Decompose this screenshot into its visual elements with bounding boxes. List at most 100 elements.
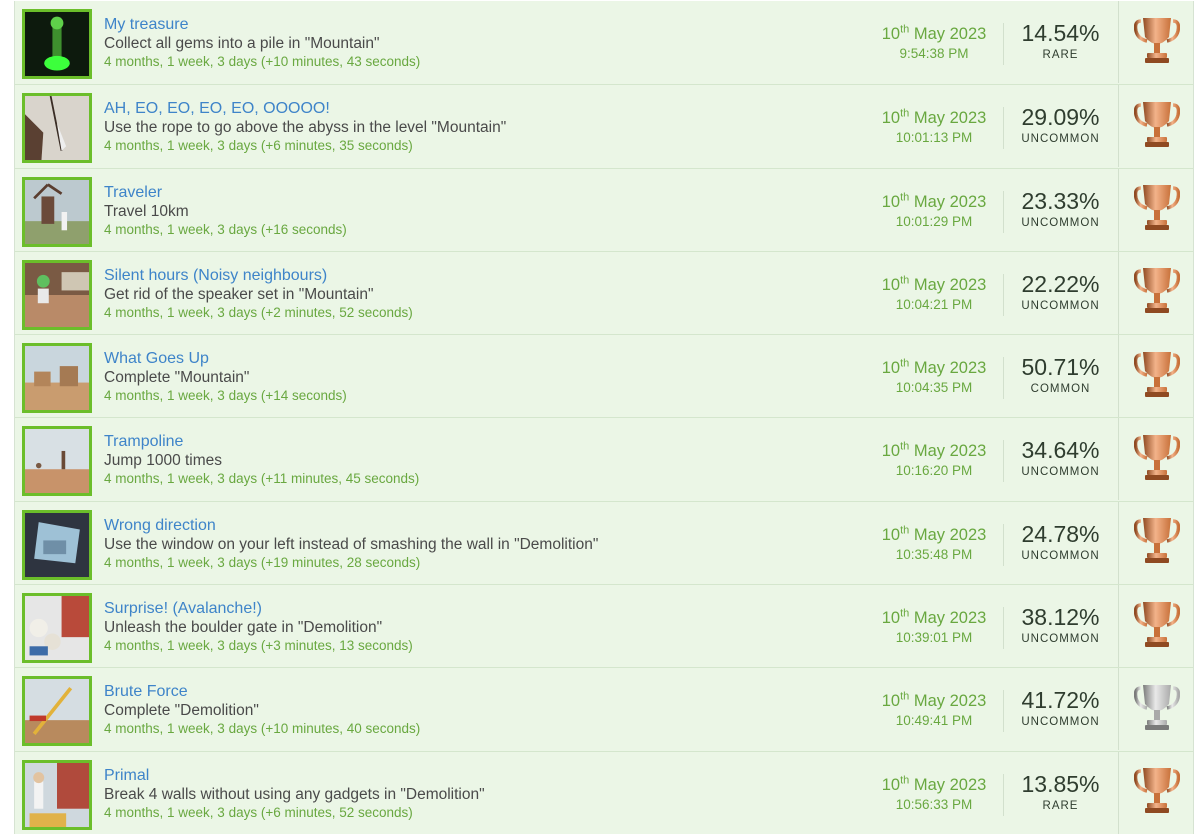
unlock-time: 9:54:38 PM (899, 46, 969, 61)
achievement-image[interactable] (22, 343, 92, 414)
achievement-title[interactable]: Primal (104, 766, 833, 785)
bronze-trophy-icon (1133, 349, 1180, 404)
achievement-description: Complete "Demolition" (104, 702, 259, 720)
rarity-label: UNCOMMON (1021, 133, 1100, 146)
unlock-month-year: May 2023 (909, 109, 987, 128)
achievement-row: Surprise! (Avalanche!) Unleash the bould… (15, 584, 1193, 668)
achievement-title[interactable]: Traveler (104, 183, 833, 202)
rarity-block: 22.22% UNCOMMON (1003, 270, 1118, 314)
achievement-image[interactable] (22, 676, 92, 747)
achievement-image[interactable] (22, 9, 92, 79)
trophy-cell (1118, 85, 1194, 168)
achievement-thumbnail (25, 262, 89, 327)
achievement-description: Get rid of the speaker set in "Mountain" (104, 285, 374, 303)
bronze-trophy-icon (1133, 432, 1180, 487)
achievement-thumbnail (25, 346, 89, 411)
achievement-description: Break 4 walls without using any gadgets … (104, 785, 485, 803)
trophy-cell (1118, 501, 1194, 584)
unlock-date: 10th May 2023 10:56:33 PM (865, 773, 1004, 816)
achievement-row: Trampoline Jump 1000 times 4 months, 1 w… (15, 417, 1193, 501)
unlock-time: 10:56:33 PM (895, 796, 973, 812)
rarity-block: 38.12% UNCOMMON (1003, 603, 1118, 647)
unlock-time: 10:04:35 PM (895, 380, 973, 396)
achievement-description: Use the window on your left instead of s… (104, 535, 599, 553)
achievement-thumbnail (25, 512, 89, 577)
achievement-title[interactable]: Wrong direction (104, 516, 833, 535)
rarity-label: RARE (1042, 49, 1079, 61)
achievement-title[interactable]: What Goes Up (104, 349, 833, 368)
unlock-day-suffix: th (900, 440, 910, 453)
achievement-image[interactable] (22, 593, 92, 664)
unlock-percent: 14.54% (1021, 20, 1100, 46)
achievement-title[interactable]: AH, EO, EO, EO, EO, OOOOO! (104, 99, 833, 118)
unlock-time: 10:01:13 PM (895, 130, 973, 146)
achievement-title[interactable]: My treasure (104, 15, 833, 34)
trophy-cell (1118, 1, 1194, 83)
rarity-label: UNCOMMON (1021, 466, 1100, 479)
trophy-cell (1118, 251, 1194, 334)
unlock-day-suffix: th (900, 524, 910, 537)
rarity-block: 29.09% UNCOMMON (1003, 103, 1118, 147)
unlock-time: 10:35:48 PM (895, 546, 973, 562)
unlock-day-suffix: th (900, 607, 910, 620)
achievement-title[interactable]: Trampoline (104, 432, 833, 451)
unlock-percent: 50.71% (1021, 354, 1100, 381)
rarity-label: UNCOMMON (1021, 633, 1100, 646)
unlock-day: 10 (881, 775, 901, 794)
achievement-info: My treasure Collect all gems into a pile… (104, 15, 833, 71)
achievement-thumbnail (25, 179, 89, 244)
unlock-date: 10th May 2023 10:04:21 PM (865, 273, 1004, 316)
unlock-day: 10 (881, 25, 901, 43)
rarity-block: 13.85% RARE (1003, 770, 1118, 814)
unlock-day-suffix: th (900, 357, 910, 370)
unlock-day: 10 (881, 692, 901, 711)
achievement-thumbnail (25, 429, 89, 494)
unlock-day-suffix: th (900, 274, 910, 287)
achievement-info: Surprise! (Avalanche!) Unleash the bould… (104, 599, 833, 655)
achievement-list: My treasure Collect all gems into a pile… (14, 1, 1194, 834)
achievement-row: Brute Force Complete "Demolition" 4 mont… (15, 667, 1194, 751)
achievement-elapsed: 4 months, 1 week, 3 days (+10 minutes, 4… (104, 54, 421, 69)
achievement-elapsed: 4 months, 1 week, 3 days (+3 minutes, 13… (104, 638, 413, 654)
achievement-image[interactable] (22, 759, 92, 830)
rarity-block: 34.64% UNCOMMON (1003, 436, 1118, 480)
trophy-cell (1118, 668, 1194, 751)
rarity-label: UNCOMMON (1021, 549, 1100, 562)
unlock-day: 10 (881, 192, 901, 211)
achievement-elapsed: 4 months, 1 week, 3 days (+6 minutes, 35… (104, 138, 413, 154)
achievement-image[interactable] (22, 509, 92, 580)
achievement-elapsed: 4 months, 1 week, 3 days (+19 minutes, 2… (104, 554, 421, 570)
achievement-image[interactable] (22, 176, 92, 247)
achievement-title[interactable]: Surprise! (Avalanche!) (104, 599, 833, 618)
unlock-month-year: May 2023 (909, 192, 987, 211)
achievement-description: Collect all gems into a pile in "Mountai… (104, 35, 380, 52)
unlock-date: 10th May 2023 9:54:38 PM (865, 23, 1004, 65)
achievement-elapsed: 4 months, 1 week, 3 days (+16 seconds) (104, 221, 347, 237)
achievement-image[interactable] (22, 426, 92, 497)
unlock-date: 10th May 2023 10:35:48 PM (865, 523, 1004, 566)
bronze-trophy-icon (1133, 15, 1180, 70)
bronze-trophy-icon (1133, 599, 1180, 654)
unlock-time: 10:39:01 PM (895, 630, 973, 646)
achievement-image[interactable] (22, 259, 92, 330)
unlock-day-suffix: th (900, 23, 910, 36)
bronze-trophy-icon (1133, 515, 1180, 570)
achievement-title[interactable]: Silent hours (Noisy neighbours) (104, 266, 833, 285)
achievement-info: AH, EO, EO, EO, EO, OOOOO! Use the rope … (104, 99, 833, 155)
achievement-row: Wrong direction Use the window on your l… (15, 500, 1194, 585)
bronze-trophy-icon (1133, 182, 1180, 237)
rarity-block: 14.54% RARE (1003, 19, 1118, 63)
achievement-image[interactable] (22, 93, 92, 164)
achievement-title[interactable]: Brute Force (104, 682, 833, 701)
unlock-time: 10:49:41 PM (895, 713, 973, 729)
rarity-label: UNCOMMON (1021, 216, 1100, 229)
bronze-trophy-icon (1133, 265, 1180, 320)
achievement-elapsed: 4 months, 1 week, 3 days (+2 minutes, 52… (104, 304, 413, 320)
unlock-percent: 41.72% (1021, 687, 1100, 714)
unlock-day-suffix: th (900, 774, 910, 787)
rarity-block: 50.71% COMMON (1003, 353, 1118, 397)
rarity-label: RARE (1042, 799, 1079, 812)
unlock-day: 10 (881, 359, 901, 378)
achievement-info: Primal Break 4 walls without using any g… (104, 766, 833, 822)
unlock-month-year: May 2023 (909, 525, 987, 544)
